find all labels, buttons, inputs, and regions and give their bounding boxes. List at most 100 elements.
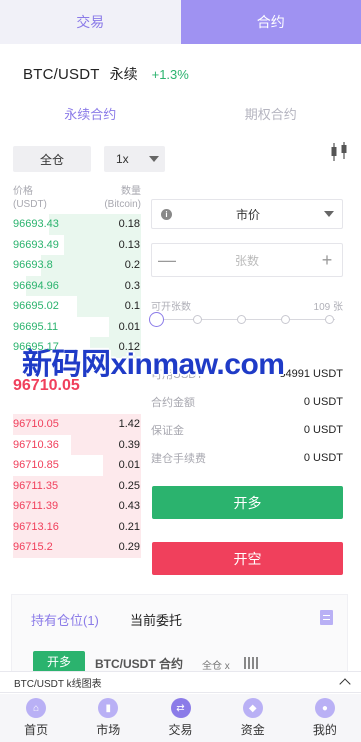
bid-price: 96711.35 — [13, 479, 59, 492]
ask-qty: 0.3 — [124, 279, 140, 292]
bid-qty: 0.39 — [118, 438, 140, 451]
user-icon: ● — [314, 698, 335, 718]
contract-type: 永续 — [109, 66, 138, 82]
ask-row[interactable]: 96693.49 0.13 — [13, 234, 141, 255]
bid-price: 96710.85 — [13, 459, 59, 472]
tab-futures[interactable]: 期权合约 — [181, 102, 361, 128]
pair-header[interactable]: BTC/USDT 永续 +1.3% — [23, 64, 189, 86]
ask-price: 96694.96 — [13, 279, 59, 292]
order-type-label: 市价 — [235, 207, 260, 222]
ask-row[interactable]: 96693.8 0.2 — [13, 255, 141, 276]
open-amount-label: 可开张数 — [151, 302, 191, 313]
amount-slider[interactable] — [149, 312, 335, 328]
quantity-input[interactable]: 张数 — [182, 252, 312, 269]
nav-item-wallet[interactable]: ◆ 资金 — [217, 694, 289, 742]
bid-qty: 0.43 — [118, 500, 140, 513]
nav-label: 我的 — [312, 723, 337, 737]
leverage-select[interactable]: 1x — [104, 146, 165, 172]
slider-stop-50[interactable] — [237, 315, 246, 324]
ask-qty: 0.2 — [124, 259, 140, 272]
ask-price: 96693.43 — [13, 218, 59, 231]
nav-label: 首页 — [24, 723, 49, 737]
kline-chart-bar[interactable]: BTC/USDT k线图表 — [0, 671, 361, 693]
info-value: 0 USDT — [303, 452, 343, 464]
open-short-button[interactable]: 开空 — [152, 542, 343, 575]
bid-qty: 0.21 — [118, 520, 140, 533]
watermark: 新码网xinmaw.com — [22, 348, 285, 381]
tab-spot[interactable]: 交易 — [0, 0, 181, 44]
open-long-button[interactable]: 开多 — [152, 486, 343, 519]
ask-row[interactable]: 96694.96 0.3 — [13, 275, 141, 296]
ask-qty: 0.01 — [118, 320, 140, 333]
plus-button[interactable]: + — [312, 250, 342, 271]
tab-perpetual[interactable]: 永续合约 — [0, 102, 181, 128]
ask-price: 96693.8 — [13, 259, 53, 272]
tab-holdings[interactable]: 持有仓位(1) — [31, 610, 99, 629]
ask-qty: 0.1 — [124, 300, 140, 313]
bid-row[interactable]: 96710.36 0.39 — [13, 434, 141, 455]
home-icon: ⌂ — [26, 698, 47, 718]
info-value: 0 USDT — [303, 396, 343, 408]
bid-qty: 0.25 — [118, 479, 140, 492]
margin-mode-label: 全仓 — [39, 152, 64, 167]
bid-row[interactable]: 96711.39 0.43 — [13, 496, 141, 517]
leverage-label: 1x — [116, 152, 129, 166]
nav-item-trade[interactable]: ⇄ 交易 — [144, 694, 216, 742]
position-side-badge: 开多 — [33, 651, 85, 673]
bid-row[interactable]: 96713.16 0.21 — [13, 516, 141, 537]
ask-qty: 0.18 — [118, 218, 140, 231]
info-label: 合约金额 — [151, 397, 195, 409]
orderbook-header: 价格 (USDT) 数量 (Bitcoin) — [13, 185, 141, 211]
bid-price: 96713.16 — [13, 520, 59, 533]
info-label: 建仓手续费 — [151, 453, 206, 465]
ask-price: 96695.17 — [13, 341, 59, 354]
nav-label: 市场 — [96, 723, 121, 737]
slider-stop-100[interactable] — [325, 315, 334, 324]
order-type-select[interactable]: i 市价 — [151, 199, 343, 229]
slider-handle[interactable] — [149, 312, 164, 327]
bid-qty: 0.29 — [118, 541, 140, 554]
bid-row[interactable]: 96710.85 0.01 — [13, 455, 141, 476]
slider-stop-25[interactable] — [193, 315, 202, 324]
bid-price: 96710.36 — [13, 438, 59, 451]
open-amount-value: 109 张 — [313, 302, 343, 313]
tab-current-orders[interactable]: 当前委托 — [130, 610, 182, 629]
bids-list: 96710.05 1.42 96710.36 0.39 96710.85 0.01 9671… — [13, 414, 141, 558]
nav-item-home[interactable]: ⌂ 首页 — [0, 694, 72, 742]
chevron-down-icon — [324, 211, 334, 217]
quantity-stepper[interactable]: — 张数 + — [151, 243, 343, 277]
top-tabs: 交易 合约 — [0, 0, 361, 44]
ask-row[interactable]: 96695.11 0.01 — [13, 316, 141, 337]
bid-qty: 1.42 — [118, 418, 140, 431]
positions-panel: 持有仓位(1) 当前委托 开多 BTC/USDT 合约 全仓 x — [11, 594, 348, 674]
open-amount-row: 可开张数 109 张 — [151, 298, 343, 313]
qty-unit: (Bitcoin) — [104, 199, 141, 210]
bars-icon — [244, 657, 258, 669]
candlestick-icon[interactable] — [329, 141, 349, 163]
trade-icon: ⇄ — [170, 698, 191, 718]
bid-row[interactable]: 96710.05 1.42 — [13, 414, 141, 435]
bid-row[interactable]: 96715.2 0.29 — [13, 537, 141, 558]
chevron-down-icon — [149, 156, 159, 162]
chevron-up-icon[interactable] — [339, 678, 351, 690]
info-row: 建仓手续费 0 USDT — [151, 444, 343, 472]
margin-mode-select[interactable]: 全仓 — [13, 146, 91, 172]
ask-price: 96695.02 — [13, 300, 59, 313]
ask-qty: 0.13 — [118, 238, 140, 251]
document-icon[interactable] — [320, 610, 333, 625]
position-pair: BTC/USDT 合约 — [95, 657, 183, 671]
bid-row[interactable]: 96711.35 0.25 — [13, 475, 141, 496]
ask-qty: 0.12 — [118, 341, 140, 354]
pair-name: BTC/USDT — [23, 66, 100, 83]
slider-stop-75[interactable] — [281, 315, 290, 324]
nav-item-user[interactable]: ● 我的 — [289, 694, 361, 742]
minus-button[interactable]: — — [152, 250, 182, 271]
asks-list: 96693.43 0.18 96693.49 0.13 96693.8 0.2 96694.… — [13, 214, 141, 358]
nav-item-market[interactable]: ▮ 市场 — [72, 694, 144, 742]
contract-sub-tabs: 永续合约 期权合约 — [0, 102, 361, 128]
bid-qty: 0.01 — [118, 459, 140, 472]
tab-contract[interactable]: 合约 — [180, 0, 361, 44]
ask-row[interactable]: 96695.02 0.1 — [13, 296, 141, 317]
ask-row[interactable]: 96693.43 0.18 — [13, 214, 141, 235]
info-value: 34991 USDT — [279, 368, 343, 380]
